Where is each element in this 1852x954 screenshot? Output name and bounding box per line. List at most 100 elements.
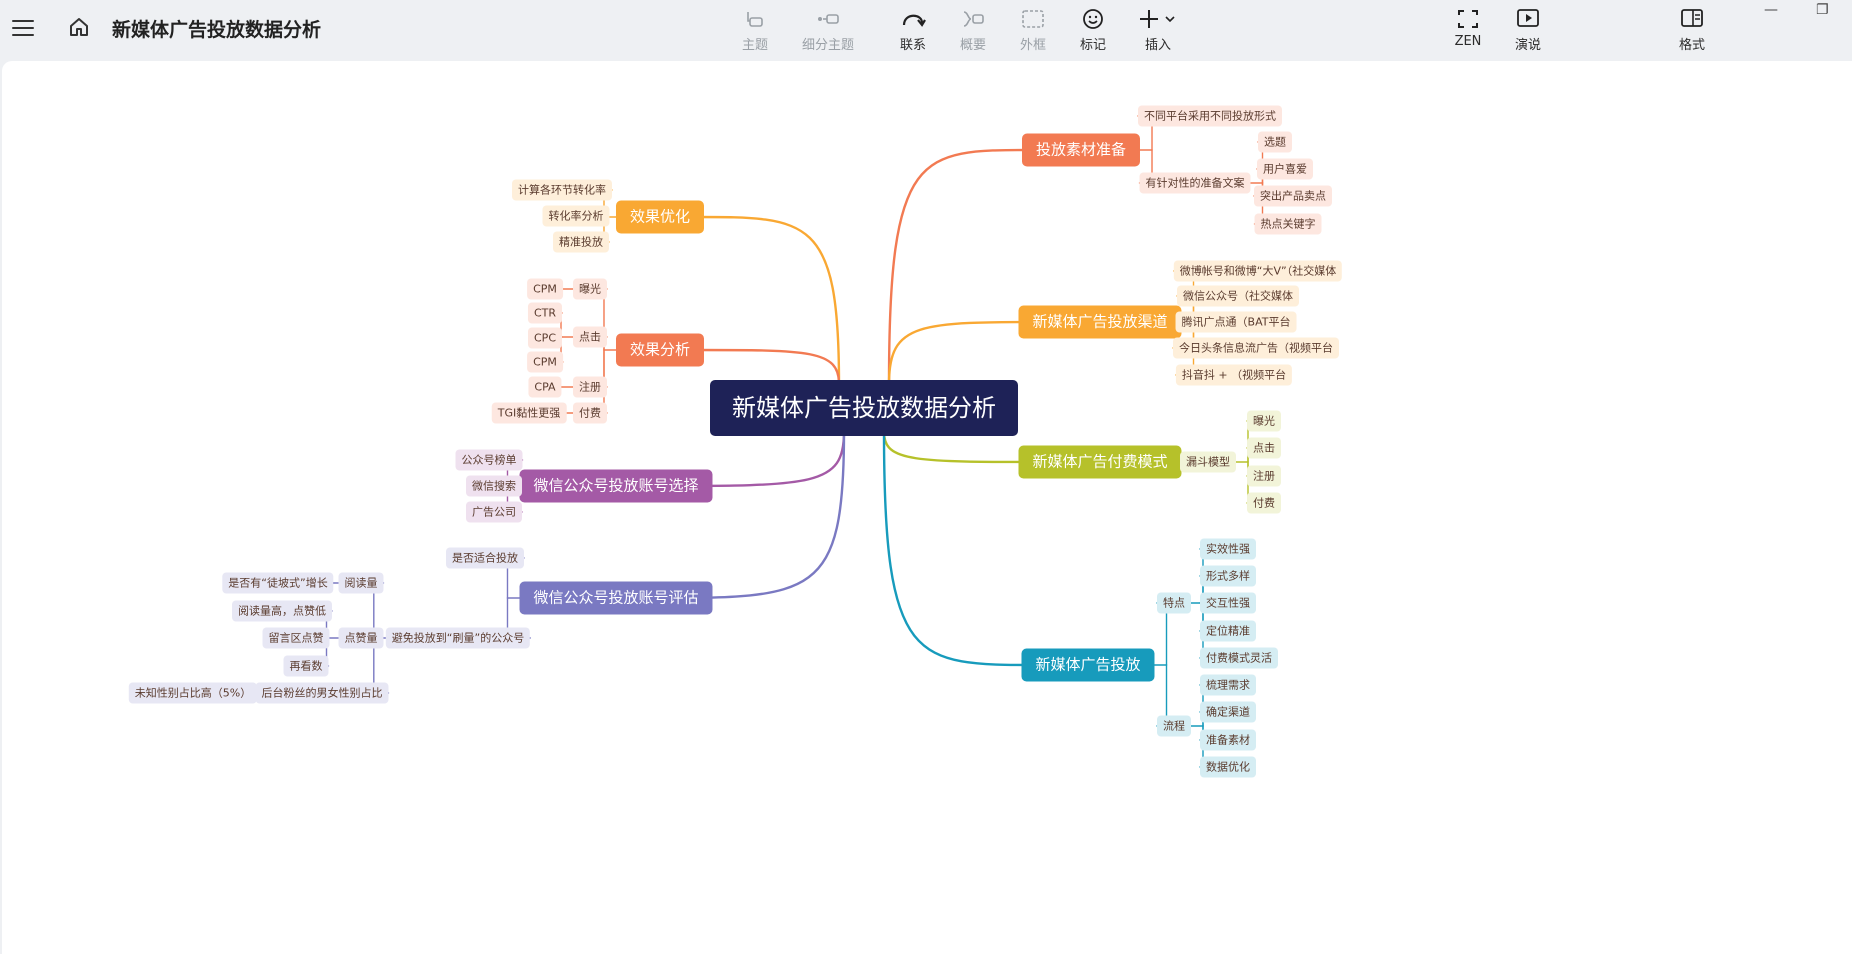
main-topic-right-0[interactable]: 投放素材准备 — [1021, 133, 1141, 167]
leaf-right-3-0-1[interactable]: 形式多样 — [1200, 565, 1256, 587]
restore-button[interactable]: ❐ — [1816, 2, 1829, 18]
leaf-left-1-1-1[interactable]: CPC — [528, 327, 562, 349]
subtopic-left-3-1[interactable]: 避免投放到“刷量”的公众号 — [385, 627, 531, 649]
main-topic-left-3[interactable]: 微信公众号投放账号评估 — [519, 581, 713, 615]
leaf-left-3-1-2-0[interactable]: 未知性别占比高（5%） — [128, 682, 258, 704]
subtopic-button[interactable]: 细分主题 — [796, 6, 860, 56]
summary-label: 概要 — [959, 38, 986, 53]
leaf-left-3-1-1-0[interactable]: 阅读量高，点赞低 — [232, 600, 332, 622]
branch-link — [693, 215, 841, 386]
document-title: 新媒体广告投放数据分析 — [112, 19, 322, 41]
subtopic-right-1-4[interactable]: 抖音抖 + （视频平台 — [1175, 364, 1293, 386]
subtopic-left-0-2[interactable]: 精准投放 — [553, 231, 609, 253]
main-topic-right-3[interactable]: 新媒体广告投放 — [1021, 648, 1155, 682]
subtopic-left-0-1[interactable]: 转化率分析 — [542, 205, 610, 227]
relation-button[interactable]: 联系 — [885, 6, 941, 56]
home-icon[interactable] — [68, 16, 90, 42]
subtopic-left-2-1[interactable]: 微信搜索 — [466, 475, 522, 497]
summary-button[interactable]: 概要 — [945, 6, 1001, 56]
leaf-left-1-2-0[interactable]: CPA — [528, 376, 562, 398]
relation-label: 联系 — [899, 38, 926, 53]
main-topic-left-2[interactable]: 微信公众号投放账号选择 — [519, 469, 713, 503]
subtopic-right-0-0[interactable]: 不同平台采用不同投放形式 — [1138, 105, 1282, 127]
leaf-left-1-3-0[interactable]: TGI黏性更强 — [491, 402, 567, 424]
present-button[interactable]: 演说 — [1500, 6, 1556, 56]
mindmap-links — [242, 115, 1268, 768]
subtopic-left-1-2[interactable]: 注册 — [573, 376, 607, 398]
subtopic-left-2-2[interactable]: 广告公司 — [466, 501, 522, 523]
subtopic-right-2-0[interactable]: 漏斗模型 — [1180, 451, 1236, 473]
leaf-left-1-1-0[interactable]: CTR — [527, 302, 563, 324]
subtopic-right-1-3[interactable]: 今日头条信息流广告（视频平台 — [1173, 337, 1339, 359]
subtopic-left-3-0[interactable]: 是否适合投放 — [446, 547, 524, 569]
root-topic[interactable]: 新媒体广告投放数据分析 — [710, 380, 1018, 436]
leaf-right-2-0-3[interactable]: 付费 — [1247, 492, 1281, 514]
subtopic-left-0-0[interactable]: 计算各环节转化率 — [512, 179, 612, 201]
leaf-right-3-0-3[interactable]: 定位精准 — [1200, 620, 1256, 642]
leaf-left-1-0-0[interactable]: CPM — [527, 278, 563, 300]
smiley-icon — [1081, 6, 1105, 32]
subtopic-left-3-1-1[interactable]: 点赞量 — [338, 627, 384, 649]
leaf-right-0-1-3[interactable]: 热点关键字 — [1254, 213, 1322, 235]
subtopic-left-3-1-2[interactable]: 后台粉丝的男女性别占比 — [255, 682, 389, 704]
mindmap-canvas[interactable]: 新媒体广告投放数据分析 投放素材准备 不同平台采用不同投放形式 有针对性的准备文案 选题… — [2, 61, 1852, 954]
marker-label: 标记 — [1079, 38, 1106, 53]
leaf-right-0-1-2[interactable]: 突出产品卖点 — [1254, 185, 1332, 207]
topic-button[interactable]: 主题 — [727, 6, 783, 56]
branch-link — [693, 348, 841, 386]
boundary-button[interactable]: 外框 — [1005, 6, 1061, 56]
main-topic-left-1[interactable]: 效果分析 — [615, 333, 705, 367]
leaf-left-3-1-1-1[interactable]: 留言区点赞 — [262, 627, 330, 649]
leaf-right-3-0-0[interactable]: 实效性强 — [1200, 538, 1256, 560]
plus-chevron-icon — [1138, 6, 1178, 32]
play-icon — [1516, 6, 1540, 32]
panel-icon — [1680, 6, 1704, 32]
subtopic-left-1-3[interactable]: 付费 — [573, 402, 607, 424]
marker-button[interactable]: 标记 — [1065, 6, 1121, 56]
subtopic-right-1-2[interactable]: 腾讯广点通（BAT平台 — [1175, 311, 1297, 333]
insert-button[interactable]: 插入 — [1130, 6, 1186, 56]
leaf-right-3-1-2[interactable]: 准备素材 — [1200, 729, 1256, 751]
leaf-right-2-0-0[interactable]: 曝光 — [1247, 410, 1281, 432]
leaf-right-3-1-0[interactable]: 梳理需求 — [1200, 674, 1256, 696]
branch-link — [887, 148, 1033, 386]
leaf-right-3-1-1[interactable]: 确定渠道 — [1200, 701, 1256, 723]
boundary-label: 外框 — [1019, 38, 1046, 53]
topic-label: 主题 — [741, 38, 768, 53]
subtopic-left-1-0[interactable]: 曝光 — [573, 278, 607, 300]
leaf-right-3-0-2[interactable]: 交互性强 — [1200, 592, 1256, 614]
subtopic-right-1-0[interactable]: 微博帐号和微博“大V”（社交媒体 — [1173, 260, 1343, 282]
leaf-right-2-0-1[interactable]: 点击 — [1247, 437, 1281, 459]
subtopic-right-3-1[interactable]: 流程 — [1157, 715, 1191, 737]
main-topic-left-0[interactable]: 效果优化 — [615, 200, 705, 234]
subtopic-left-2-0[interactable]: 公众号榜单 — [455, 449, 523, 471]
main-topic-right-2[interactable]: 新媒体广告付费模式 — [1018, 445, 1182, 479]
leaf-right-2-0-2[interactable]: 注册 — [1247, 465, 1281, 487]
branch-link — [649, 430, 846, 600]
top-toolbar: 新媒体广告投放数据分析 主题 细分主题 联系 概要 外框 标记 插入 ZEN 演… — [0, 0, 1852, 60]
main-topic-right-1[interactable]: 新媒体广告投放渠道 — [1018, 305, 1182, 339]
menu-icon[interactable] — [12, 19, 34, 41]
present-label: 演说 — [1514, 38, 1541, 53]
leaf-left-3-1-1-2[interactable]: 再看数 — [283, 655, 329, 677]
subtopic-left-1-1[interactable]: 点击 — [573, 326, 607, 348]
leaf-left-3-1-0-0[interactable]: 是否有“徒坡式”增长 — [222, 572, 334, 594]
subtopic-left-3-1-0[interactable]: 阅读量 — [338, 572, 384, 594]
minimize-button[interactable]: — — [1764, 2, 1778, 18]
insert-label: 插入 — [1144, 38, 1171, 53]
leaf-right-0-1-0[interactable]: 选题 — [1258, 131, 1292, 153]
subtopic-right-1-1[interactable]: 微信公众号（社交媒体 — [1177, 285, 1299, 307]
subtopic-label: 细分主题 — [801, 38, 854, 53]
fullscreen-icon — [1456, 6, 1480, 32]
subtopic-icon — [815, 6, 841, 32]
zen-button[interactable]: ZEN — [1440, 6, 1496, 56]
relation-icon — [900, 6, 926, 32]
leaf-right-3-0-4[interactable]: 付费模式灵活 — [1200, 647, 1278, 669]
leaf-right-3-1-3[interactable]: 数据优化 — [1200, 756, 1256, 778]
format-label: 格式 — [1678, 38, 1705, 53]
format-button[interactable]: 格式 — [1664, 6, 1720, 56]
leaf-right-0-1-1[interactable]: 用户喜爱 — [1257, 158, 1313, 180]
subtopic-right-0-1[interactable]: 有针对性的准备文案 — [1139, 172, 1251, 194]
subtopic-right-3-0[interactable]: 特点 — [1157, 592, 1191, 614]
leaf-left-1-1-2[interactable]: CPM — [527, 351, 563, 373]
